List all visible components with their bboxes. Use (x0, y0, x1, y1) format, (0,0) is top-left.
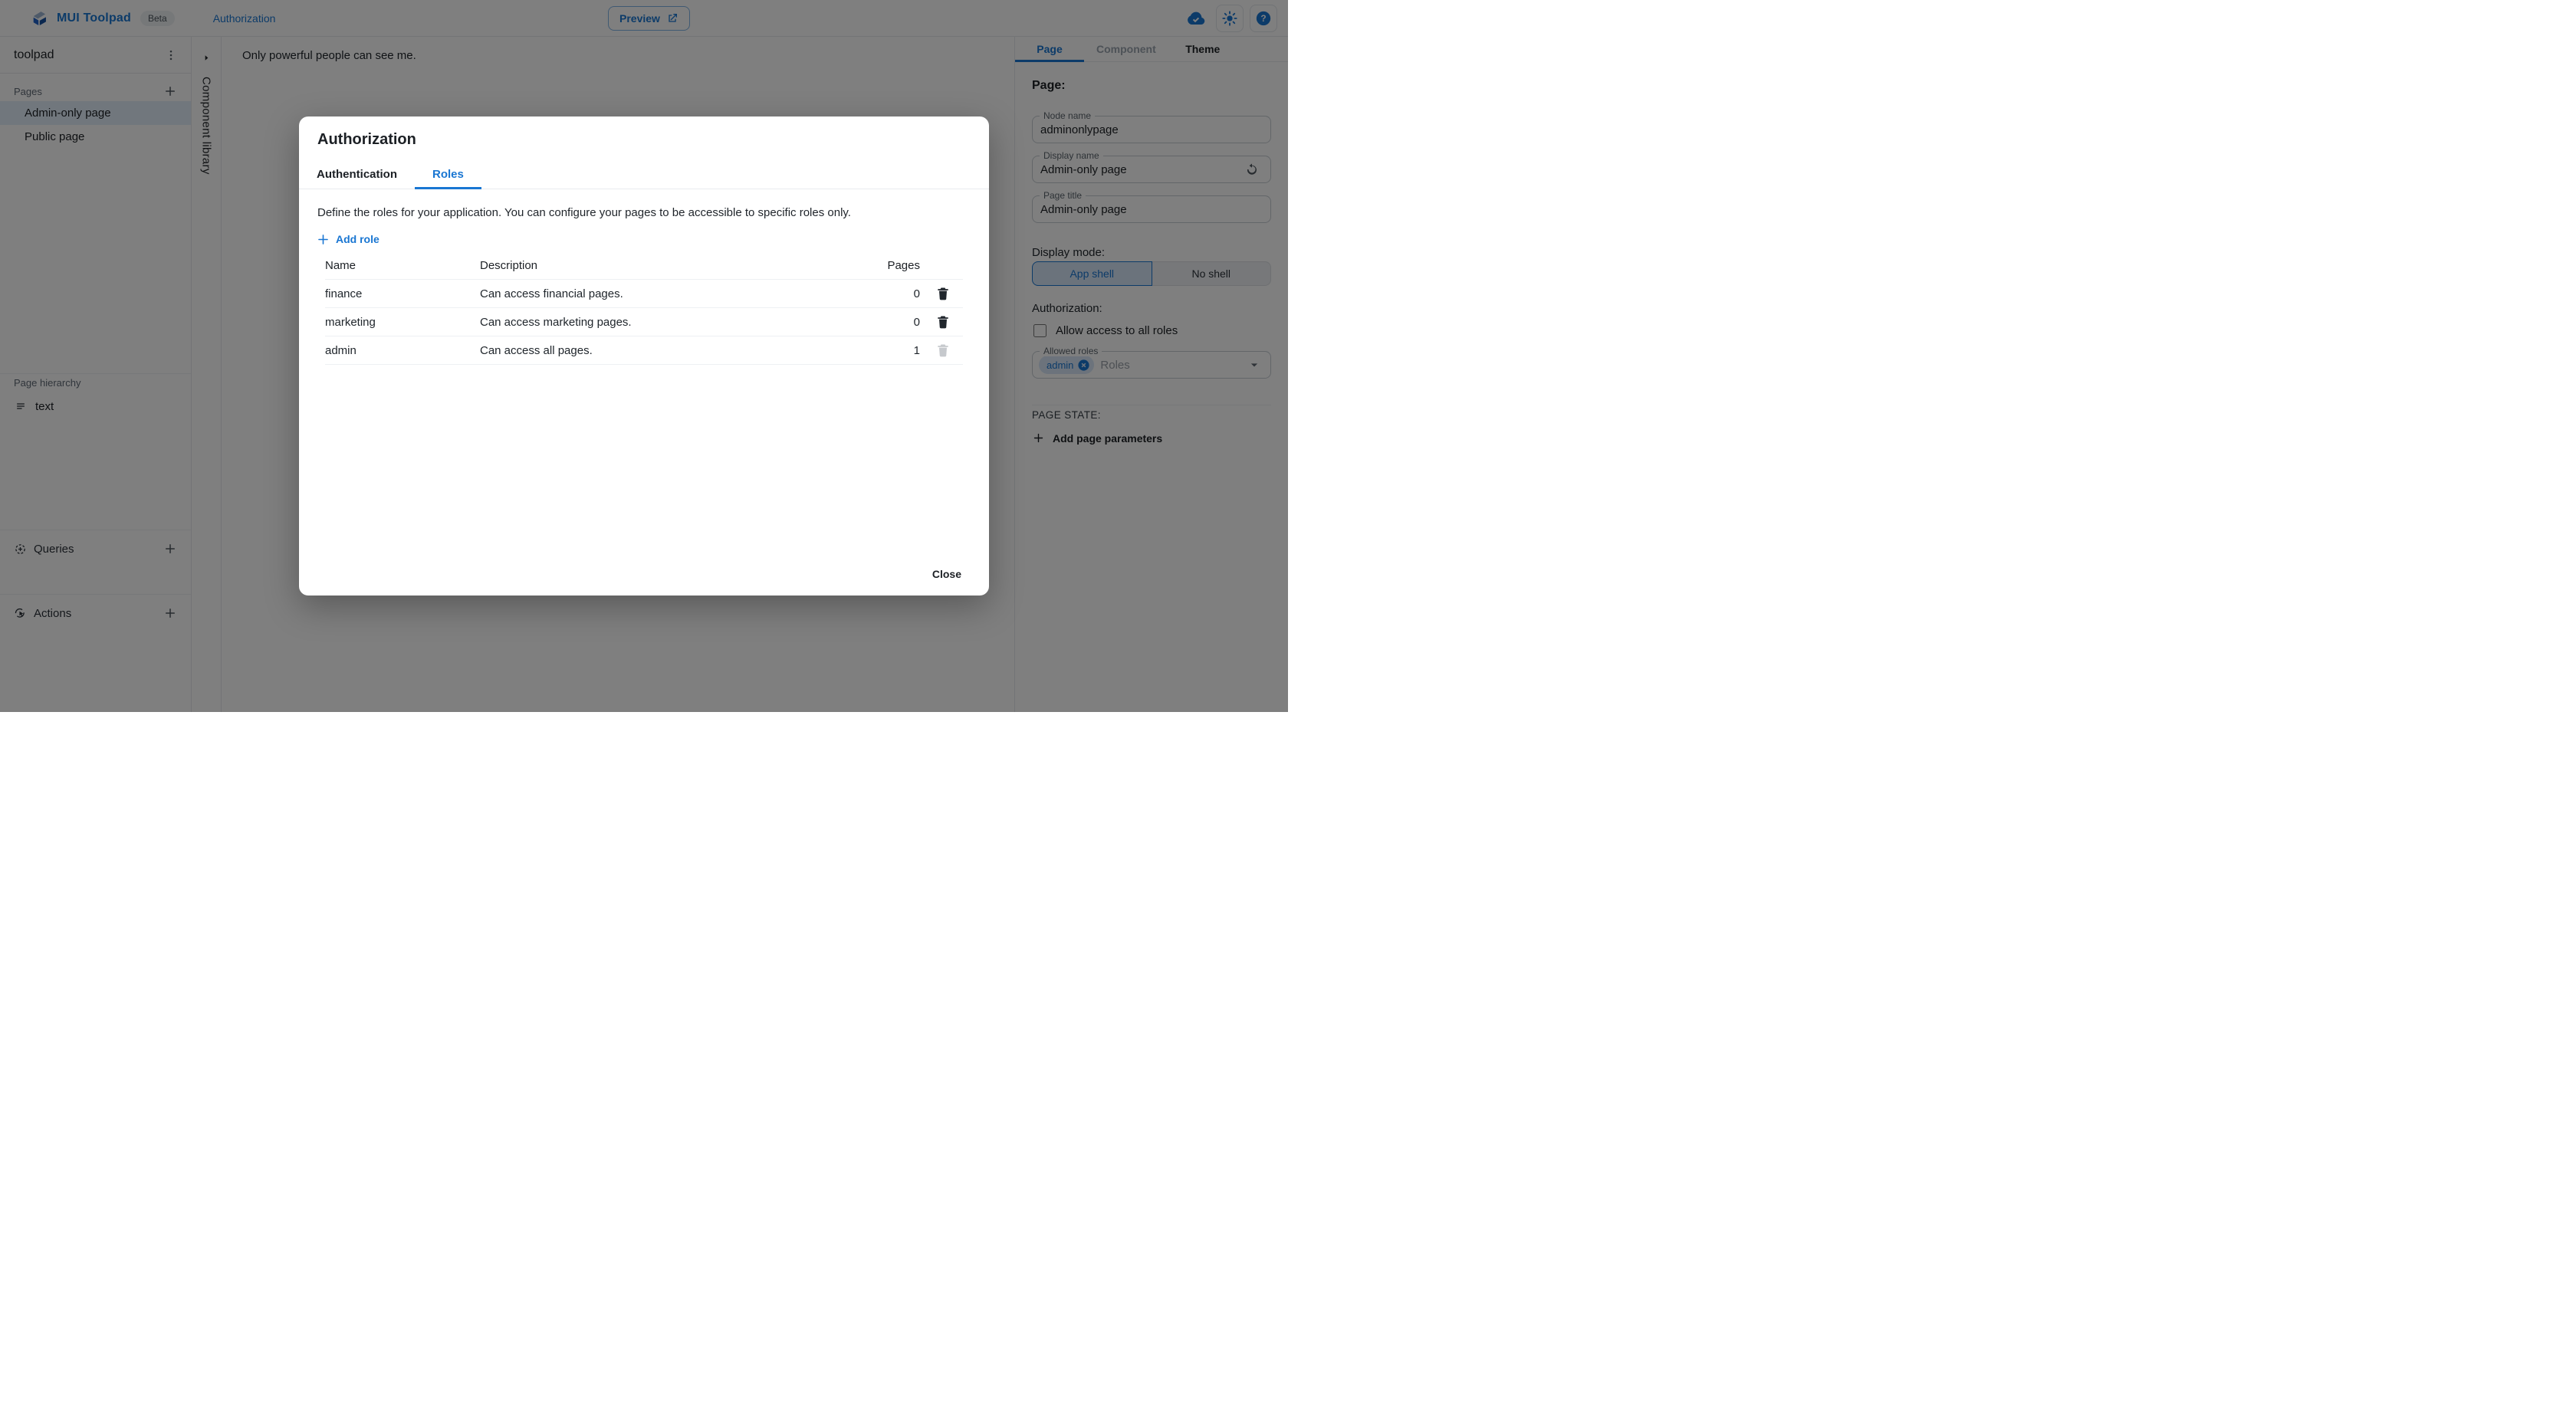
table-row-marketing: marketing Can access marketing pages. 0 (325, 308, 963, 336)
role-pages-count: 0 (913, 315, 920, 329)
column-description: Description (480, 259, 538, 272)
role-description: Can access financial pages. (480, 287, 623, 300)
role-pages-count: 1 (913, 343, 920, 357)
role-pages-count: 0 (913, 287, 920, 300)
tab-authentication[interactable]: Authentication (299, 160, 415, 189)
add-role-label: Add role (336, 233, 380, 245)
dialog-title: Authorization (317, 131, 416, 148)
trash-icon (935, 343, 951, 358)
delete-role-button[interactable] (930, 281, 956, 307)
plus-icon (316, 232, 330, 247)
trash-icon (935, 314, 951, 330)
close-button[interactable]: Close (920, 560, 974, 588)
tab-roles[interactable]: Roles (415, 160, 481, 189)
column-name: Name (325, 259, 356, 272)
roles-table-header: Name Description Pages (325, 252, 963, 280)
table-row-finance: finance Can access financial pages. 0 (325, 280, 963, 308)
role-name: finance (325, 287, 363, 300)
role-description: Can access all pages. (480, 343, 593, 357)
trash-icon (935, 286, 951, 301)
delete-role-button[interactable] (930, 309, 956, 335)
dialog-tabs: Authentication Roles (299, 160, 989, 189)
authorization-dialog: Authorization Authentication Roles Defin… (299, 116, 989, 596)
role-description: Can access marketing pages. (480, 315, 632, 329)
roles-description: Define the roles for your application. Y… (317, 206, 851, 219)
table-row-admin: admin Can access all pages. 1 (325, 336, 963, 365)
column-pages: Pages (887, 259, 920, 272)
role-name: marketing (325, 315, 376, 329)
add-role-button[interactable]: Add role (316, 228, 380, 250)
role-name: admin (325, 343, 356, 357)
roles-table: Name Description Pages finance Can acces… (325, 252, 963, 365)
delete-role-button-disabled (930, 337, 956, 363)
